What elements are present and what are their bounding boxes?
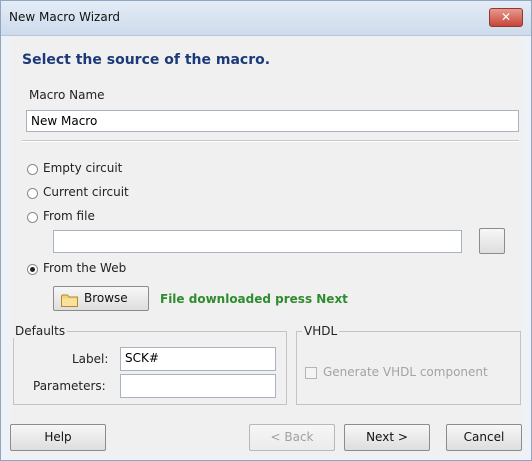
radio-label: From file: [43, 209, 95, 223]
browse-button[interactable]: Browse: [53, 286, 149, 311]
back-button[interactable]: < Back: [249, 424, 335, 451]
window-title: New Macro Wizard: [9, 10, 121, 24]
radio-button[interactable]: [27, 264, 38, 275]
radio-button[interactable]: [27, 164, 38, 175]
close-button[interactable]: ✕: [489, 8, 523, 27]
file-browse-button[interactable]: [479, 228, 505, 254]
radio-button[interactable]: [27, 188, 38, 199]
radio-button[interactable]: [27, 212, 38, 223]
parameters-caption: Parameters:: [33, 379, 106, 393]
macro-name-field[interactable]: New Macro: [26, 110, 519, 132]
parameters-field[interactable]: [120, 374, 276, 398]
vhdl-group-title: VHDL: [302, 324, 340, 338]
generate-vhdl-checkbox[interactable]: [305, 367, 317, 379]
browse-label: Browse: [84, 291, 128, 305]
close-icon: ✕: [500, 10, 512, 24]
radio-label: Current circuit: [43, 185, 129, 199]
separator: [22, 140, 519, 142]
next-button[interactable]: Next >: [344, 424, 430, 451]
help-button[interactable]: Help: [10, 424, 106, 451]
download-status-text: File downloaded press Next: [160, 292, 348, 306]
macro-name-label: Macro Name: [29, 88, 105, 102]
radio-label: Empty circuit: [43, 161, 123, 175]
generate-vhdl-label: Generate VHDL component: [323, 365, 488, 379]
page-title: Select the source of the macro.: [22, 52, 271, 68]
cancel-button[interactable]: Cancel: [446, 424, 522, 451]
file-path-field[interactable]: [53, 230, 462, 253]
title-bar[interactable]: New Macro Wizard ✕: [1, 1, 531, 36]
macro-wizard-window: New Macro Wizard ✕ Select the source of …: [0, 0, 532, 461]
label-caption: Label:: [72, 352, 109, 366]
folder-icon: [61, 294, 78, 307]
radio-label: From the Web: [43, 261, 127, 275]
wizard-body: Select the source of the macro. Macro Na…: [10, 36, 522, 456]
label-field[interactable]: SCK#: [120, 347, 276, 371]
defaults-group-title: Defaults: [13, 324, 68, 338]
